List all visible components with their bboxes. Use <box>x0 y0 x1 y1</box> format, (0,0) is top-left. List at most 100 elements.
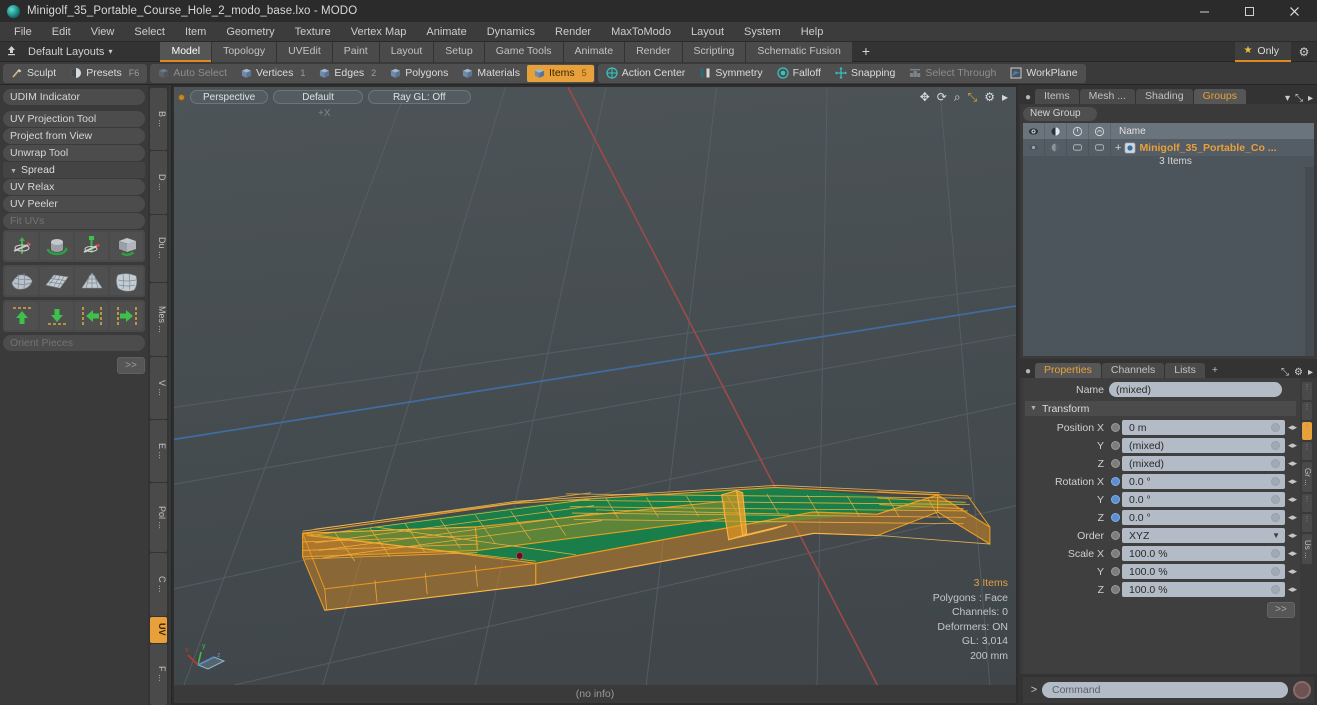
zoom-icon[interactable]: ⌕ <box>954 91 961 103</box>
add-property-tab-button[interactable]: + <box>1206 363 1224 378</box>
property-bullet[interactable] <box>1109 477 1122 486</box>
properties-pane-menu-icon[interactable]: ● <box>1022 366 1034 378</box>
layout-tab-setup[interactable]: Setup <box>434 41 484 62</box>
properties-menu-icon[interactable]: ▸ <box>1308 367 1313 378</box>
view-mode-button[interactable]: Perspective <box>190 90 269 104</box>
menu-item-texture[interactable]: Texture <box>285 22 341 42</box>
auto-select-button[interactable]: Auto Select <box>151 65 234 82</box>
menu-item-select[interactable]: Select <box>124 22 175 42</box>
row-render-toggle[interactable] <box>1045 139 1067 156</box>
menu-item-item[interactable]: Item <box>175 22 216 42</box>
property-nudge-arrows[interactable]: ◂▸ <box>1285 494 1300 505</box>
property-nudge-arrows[interactable]: ◂▸ <box>1285 476 1300 487</box>
items-button[interactable]: Items 5 <box>527 64 594 82</box>
property-nudge-arrows[interactable]: ◂▸ <box>1285 566 1300 577</box>
transform-section-header[interactable]: ▼ Transform <box>1025 401 1296 416</box>
menu-item-file[interactable]: File <box>4 22 42 42</box>
property-nudge-arrows[interactable]: ◂▸ <box>1285 548 1300 559</box>
layout-tab-layout[interactable]: Layout <box>379 41 434 62</box>
layout-tab-animate[interactable]: Animate <box>563 41 625 62</box>
properties-grip-6[interactable]: ⋮ <box>1302 514 1312 532</box>
property-bullet[interactable] <box>1109 423 1122 432</box>
property-bullet[interactable] <box>1109 531 1122 540</box>
uv-align-up-icon[interactable] <box>5 302 38 330</box>
render-eye-icon[interactable] <box>1045 123 1067 139</box>
add-layout-tab-button[interactable]: + <box>853 42 879 62</box>
left-vtab-1[interactable]: D ... <box>150 151 167 214</box>
property-bullet[interactable] <box>1109 513 1122 522</box>
menu-item-help[interactable]: Help <box>791 22 834 42</box>
properties-grip-5[interactable]: ⋮ <box>1302 494 1312 512</box>
record-button[interactable] <box>1293 681 1311 699</box>
left-panel-header-spread[interactable]: ▼ Spread <box>3 162 145 178</box>
vertices-button[interactable]: Vertices 1 <box>234 65 312 82</box>
left-panel-more-button[interactable]: >> <box>117 357 145 374</box>
uv-align-down-icon[interactable] <box>40 302 73 330</box>
property-value-field[interactable]: XYZ ▼ <box>1122 528 1285 543</box>
orient-pieces-button[interactable]: Orient Pieces <box>3 335 145 351</box>
groups-menu-icon[interactable]: ▸ <box>1308 93 1313 104</box>
symmetry-button[interactable]: Symmetry <box>692 65 769 82</box>
left-panel-item-udim-indicator[interactable]: UDIM Indicator <box>3 89 145 105</box>
properties-grip-3[interactable]: ⋮ <box>1302 442 1312 460</box>
group-tree[interactable]: Name + Minigolf_35_Portable_Co ... 3 Ite… <box>1023 123 1314 356</box>
property-value-dot[interactable] <box>1271 423 1280 432</box>
properties-gear-icon[interactable]: ⚙ <box>1294 367 1303 378</box>
left-vtab-8[interactable]: UV <box>150 616 167 643</box>
expander-icon[interactable]: + <box>1115 142 1121 154</box>
property-bullet[interactable] <box>1109 567 1122 576</box>
property-value-field[interactable]: (mixed) <box>1122 456 1285 471</box>
property-bullet[interactable] <box>1109 585 1122 594</box>
property-value-field[interactable]: (mixed) <box>1122 438 1285 453</box>
polygons-button[interactable]: Polygons <box>383 65 455 82</box>
left-vtab-0[interactable]: B ... <box>150 88 167 150</box>
left-panel-item-fit-uvs[interactable]: Fit UVs <box>3 213 145 229</box>
layout-tab-schematic-fusion[interactable]: Schematic Fusion <box>746 41 852 62</box>
snapping-button[interactable]: Snapping <box>828 65 902 82</box>
property-value-field[interactable]: 0.0 ° <box>1122 474 1285 489</box>
uv-peel-grid-icon[interactable] <box>110 267 143 295</box>
fit-icon[interactable]: ⤡ <box>968 91 978 103</box>
left-vtab-5[interactable]: E ... <box>150 420 167 482</box>
left-panel-item-unwrap-tool[interactable]: Unwrap Tool <box>3 145 145 161</box>
left-panel-item-uv-peeler[interactable]: UV Peeler <box>3 196 145 212</box>
tab-properties[interactable]: Properties <box>1035 363 1101 378</box>
groups-expand-icon[interactable]: ⤡ <box>1295 93 1303 104</box>
uv-relax-mesh-icon[interactable] <box>5 267 38 295</box>
property-nudge-arrows[interactable]: ◂▸ <box>1285 530 1300 541</box>
menu-item-view[interactable]: View <box>81 22 125 42</box>
new-group-button[interactable]: New Group <box>1023 107 1097 121</box>
property-value-dot[interactable] <box>1271 441 1280 450</box>
properties-side-tab-1[interactable]: Us ... <box>1302 534 1312 564</box>
viewport-menu-icon[interactable]: ▸ <box>1002 91 1008 103</box>
menu-item-geometry[interactable]: Geometry <box>216 22 284 42</box>
properties-more-button[interactable]: >> <box>1267 602 1295 618</box>
uv-rotate-cube-icon[interactable] <box>40 232 73 260</box>
workplane-button[interactable]: WorkPlane <box>1003 65 1084 82</box>
layout-tab-topology[interactable]: Topology <box>212 41 277 62</box>
property-value-dot[interactable] <box>1271 459 1280 468</box>
uv-move-gizmo-icon[interactable] <box>75 232 108 260</box>
minimize-button[interactable] <box>1182 0 1227 22</box>
layout-tab-scripting[interactable]: Scripting <box>682 41 746 62</box>
left-vtab-4[interactable]: V ... <box>150 357 167 419</box>
property-value-field[interactable]: 0.0 ° <box>1122 510 1285 525</box>
gear-icon[interactable]: ⚙ <box>1291 45 1317 59</box>
group-tree-scrollbar[interactable] <box>1305 167 1314 356</box>
layout-tab-model[interactable]: Model <box>160 41 212 62</box>
property-value-dot[interactable] <box>1271 549 1280 558</box>
properties-grip-1[interactable]: ⋮ <box>1302 402 1312 420</box>
presets-button[interactable]: Presets F6 <box>63 65 146 82</box>
groups-caret-icon[interactable]: ▾ <box>1285 93 1290 104</box>
chevron-down-icon[interactable]: ▼ <box>1272 531 1280 540</box>
command-input[interactable]: Command <box>1042 682 1288 698</box>
row-visibility-toggle[interactable] <box>1023 139 1045 156</box>
property-bullet[interactable] <box>1109 549 1122 558</box>
left-vtab-7[interactable]: C ... <box>150 553 167 616</box>
property-bullet[interactable] <box>1109 459 1122 468</box>
properties-expand-icon[interactable]: ⤡ <box>1281 367 1289 378</box>
layout-tab-uvedit[interactable]: UVEdit <box>277 41 332 62</box>
property-value-field[interactable]: 0 m <box>1122 420 1285 435</box>
uv-unwrap-box-icon[interactable] <box>110 232 143 260</box>
name-field[interactable]: (mixed) <box>1109 382 1282 397</box>
